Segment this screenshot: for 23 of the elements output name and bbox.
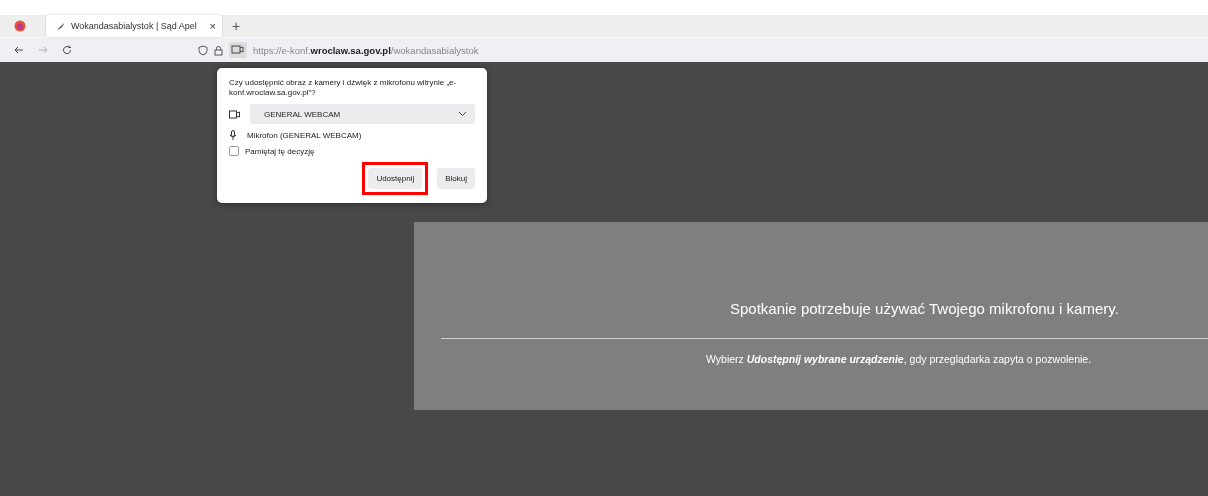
reload-icon[interactable]: [62, 45, 72, 55]
shield-icon[interactable]: [198, 44, 208, 56]
chevron-down-icon: [458, 111, 467, 117]
address-url[interactable]: https://e-konf.wroclaw.sa.gov.pl/wokandasabialystok: [253, 44, 479, 56]
close-tab-button[interactable]: ×: [209, 20, 216, 32]
remember-checkbox[interactable]: [229, 146, 239, 156]
remember-label: Pamiętaj tę decyzję: [245, 146, 315, 156]
camera-icon[interactable]: [229, 42, 247, 58]
camera-dropdown[interactable]: GENERAL WEBCAM: [250, 104, 475, 124]
share-button[interactable]: Udostępnij: [368, 168, 423, 189]
block-button[interactable]: Blokuj: [437, 168, 475, 189]
lock-icon[interactable]: [214, 44, 223, 56]
browser-logo-icon[interactable]: [14, 20, 26, 32]
notice-hint: Wybierz Udostępnij wybrane urządzenie, gdy przeglądarka zapyta o pozwolenie.: [706, 353, 1093, 365]
back-icon[interactable]: [14, 45, 24, 55]
camera-icon: [229, 109, 240, 119]
notice-title: Spotkanie potrzebuje używać Twojego mikrofonu i kamery.: [730, 300, 1119, 317]
microphone-label: Mikrofon (GENERAL WEBCAM): [247, 130, 362, 140]
microphone-icon: [229, 130, 237, 140]
feather-icon: [56, 21, 65, 31]
browser-tab[interactable]: Wokandasabialystok | Sąd Apel ×: [46, 15, 222, 37]
new-tab-button[interactable]: +: [232, 18, 241, 34]
permission-question: Czy udostępnić obraz z kamery i dźwięk z mikrofonu witrynie „e-konf.wroclaw.sa.gov.pl”?: [229, 78, 458, 98]
